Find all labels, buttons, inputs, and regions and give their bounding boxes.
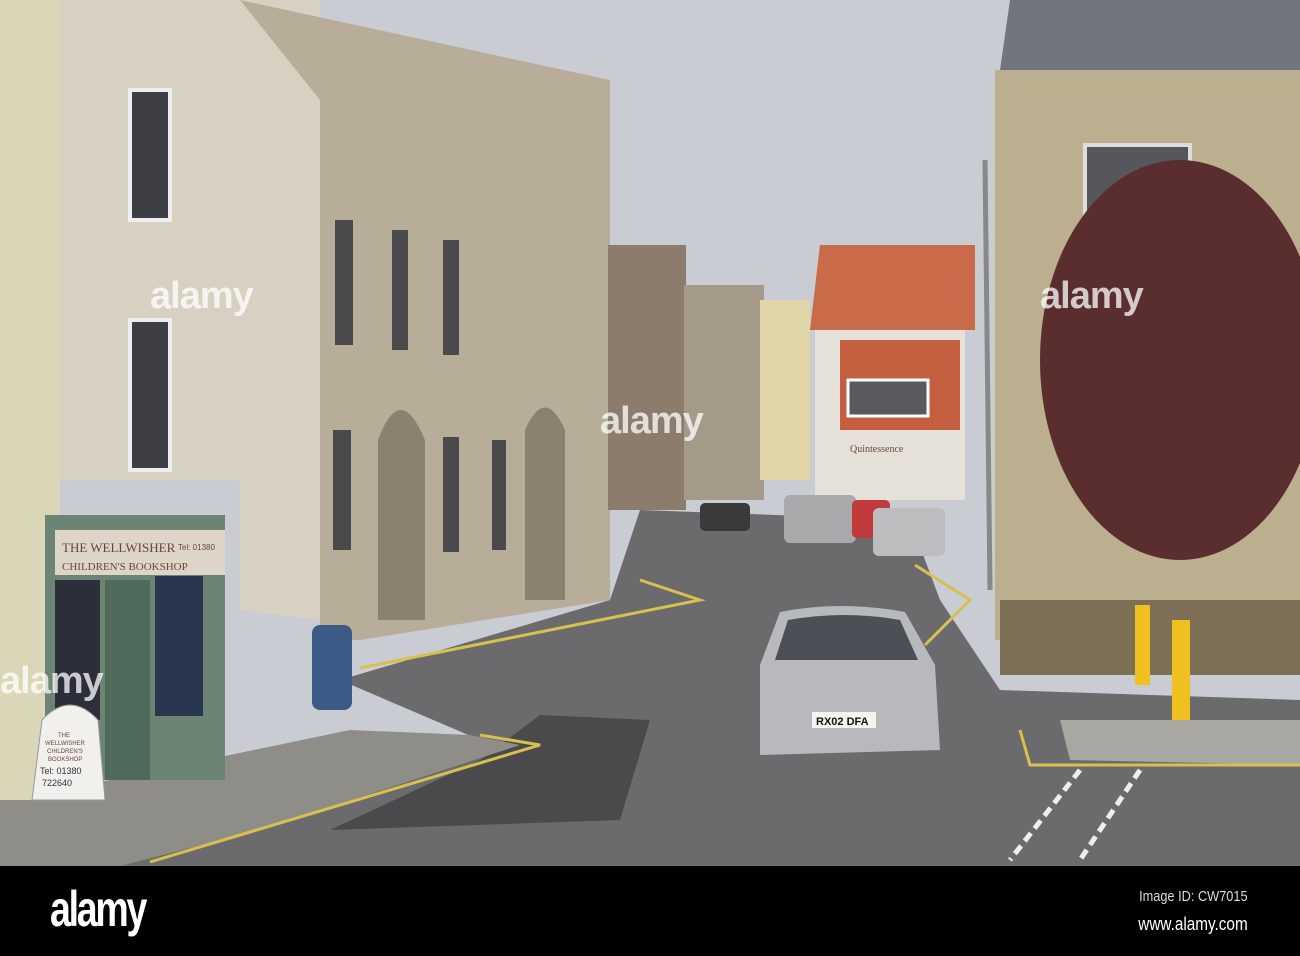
alamy-logo[interactable]: alamy [50, 880, 147, 938]
window [128, 318, 172, 472]
building-distant-brick [608, 245, 686, 510]
board-line2: WELLWISHER [45, 741, 86, 747]
building-right-roof [1000, 0, 1300, 70]
car-windscreen [775, 615, 918, 660]
building-distant-yellow [760, 300, 810, 480]
window [846, 378, 930, 418]
image-id: Image ID: CW7015 [1139, 888, 1248, 905]
tudor-house-roof [810, 245, 975, 330]
window [492, 440, 506, 550]
watermark: alamy [600, 400, 704, 442]
shop-sign-phone: Tel: 01380 [178, 543, 215, 552]
license-plate: RX02 DFA [816, 716, 869, 728]
window [333, 430, 351, 550]
board-phone: Tel: 01380 [40, 766, 82, 776]
window [335, 220, 353, 345]
building-distant [684, 285, 764, 500]
window [392, 230, 408, 350]
window [443, 240, 459, 355]
board-line4: BOOKSHOP [48, 757, 82, 763]
footer-bar: alamy Image ID: CW7015 www.alamy.com [0, 866, 1300, 956]
shop-sign-line1: THE WELLWISHER [62, 540, 176, 555]
pavement-right [1060, 720, 1300, 765]
cafe-sign: Quintessence [850, 444, 904, 455]
arched-doorway [378, 410, 425, 620]
board-line3: CHILDREN'S [47, 749, 83, 755]
window [443, 437, 459, 552]
watermark: alamy [1040, 275, 1144, 317]
bollard [1172, 620, 1190, 720]
site-url[interactable]: www.alamy.com [1139, 914, 1248, 935]
watermark: alamy [150, 275, 254, 317]
distant-car [873, 508, 945, 556]
parked-car-blue [312, 625, 352, 710]
arched-doorway [525, 407, 565, 600]
shop-door [105, 580, 150, 780]
shop-window [155, 576, 203, 716]
board-phone2: 722640 [42, 778, 72, 788]
bollard [1135, 605, 1150, 685]
window [128, 88, 172, 222]
distant-car [700, 503, 750, 531]
shop-sign-line2: CHILDREN'S BOOKSHOP [62, 561, 188, 573]
distant-car [784, 495, 856, 543]
board-line1: THE [58, 733, 70, 739]
watermark: alamy [0, 660, 104, 702]
